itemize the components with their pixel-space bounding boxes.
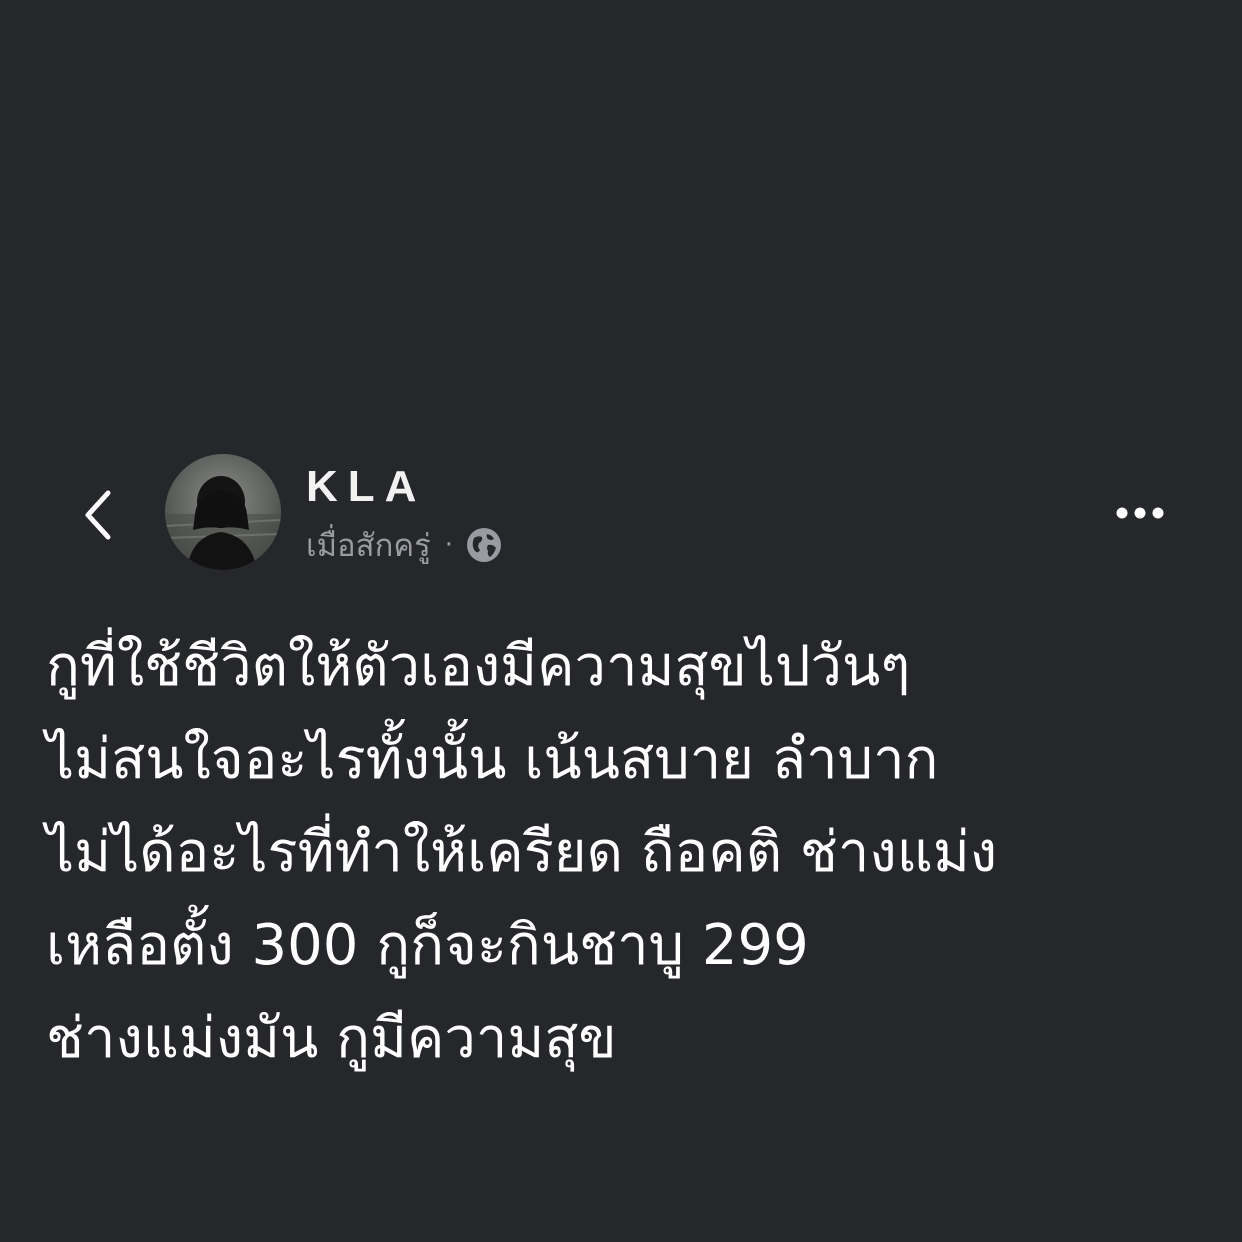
post-text-line: ช่างแม่งมัน กูมีความสุข: [46, 1006, 617, 1071]
globe-icon[interactable]: [465, 526, 503, 564]
post-timestamp[interactable]: เมื่อสักครู่: [306, 520, 431, 570]
more-horizontal-icon: [1116, 507, 1164, 519]
post-text-line: ไม่ได้อะไรที่ทำให้เครียด ถือคติ ช่างแม่ง: [46, 820, 998, 885]
post-text-line: กูที่ใช้ชีวิตให้ตัวเองมีความสุขไปวันๆ: [46, 634, 911, 699]
post-text-line: ไม่สนใจอะไรทั้งนั้น เน้นสบาย ลำบาก: [46, 727, 939, 792]
avatar[interactable]: [165, 454, 281, 570]
more-options-button[interactable]: [1106, 490, 1178, 536]
author-name[interactable]: KLA: [306, 462, 426, 512]
post-header: KLA เมื่อสักครู่ ·: [0, 450, 1242, 580]
back-button[interactable]: [70, 480, 126, 550]
meta-separator: ·: [444, 530, 453, 560]
post-text: กูที่ใช้ชีวิตให้ตัวเองมีความสุขไปวันๆ ไม…: [46, 620, 1206, 1085]
avatar-image: [165, 454, 281, 570]
post-meta: เมื่อสักครู่ ·: [306, 522, 503, 568]
post-text-line: เหลือตั้ง 300 กูก็จะกินชาบู 299: [46, 913, 809, 978]
chevron-left-icon: [85, 490, 111, 540]
